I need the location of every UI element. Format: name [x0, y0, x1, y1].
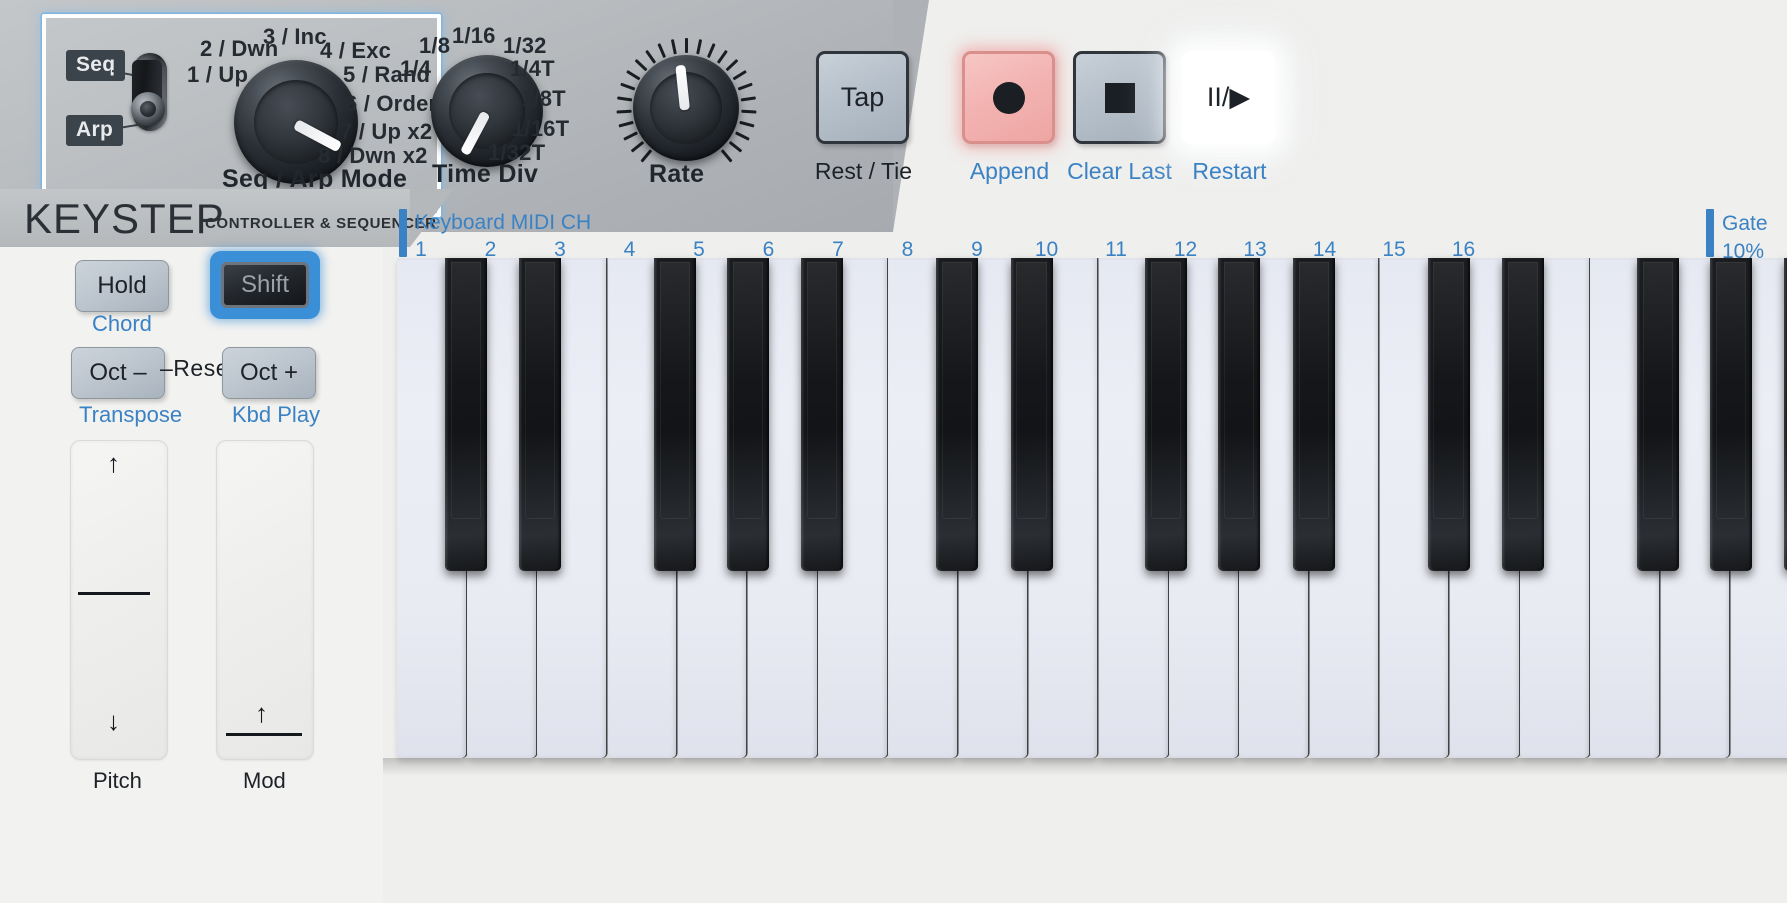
black-key[interactable] — [653, 258, 696, 571]
keystep-device-panel: Seq Arp 1 / Up 2 / Dwn 3 / Inc 4 / Exc 5… — [0, 0, 1787, 903]
oct-plus-label: Oct + — [239, 359, 299, 386]
left-control-panel — [0, 247, 383, 903]
seq-arp-option-6: 6 / Order — [345, 91, 438, 116]
oct-plus-button[interactable]: Oct + — [222, 347, 316, 399]
append-record-button[interactable] — [962, 51, 1055, 144]
pitch-up-arrow-icon: ↑ — [107, 448, 120, 478]
pitch-down-arrow-icon: ↓ — [107, 706, 120, 736]
rest-tie-caption: Rest / Tie — [814, 158, 913, 184]
time-div-option-1-4T: 1/4T — [510, 56, 555, 81]
black-key[interactable] — [444, 258, 487, 571]
piano-keyboard[interactable] — [383, 258, 1787, 903]
rate-title: Rate — [649, 160, 705, 188]
time-div-option-1-16: 1/16 — [452, 23, 496, 48]
record-icon — [992, 81, 1025, 114]
shift-button-highlight[interactable]: Shift — [210, 251, 320, 319]
black-key[interactable] — [1010, 258, 1053, 571]
mod-strip-label: Mod — [243, 768, 286, 793]
keyboard-bottom-shadow — [383, 758, 1787, 776]
brand-name: KEYSTEP — [24, 195, 225, 242]
restart-caption: Restart — [1192, 158, 1267, 184]
mod-up-arrow-icon: ↑ — [255, 698, 268, 728]
rate-tick — [684, 38, 688, 53]
black-key[interactable] — [1292, 258, 1335, 571]
seq-arp-option-7: 7 / Up x2 — [340, 119, 433, 144]
black-key[interactable] — [519, 258, 562, 571]
seq-arp-option-4: 4 / Exc — [320, 38, 392, 63]
shift-button-label: Shift — [240, 271, 290, 298]
time-div-option-1-8: 1/8 — [419, 33, 451, 58]
mod-base-line — [226, 733, 302, 736]
time-div-option-1-8T: 1/8T — [521, 86, 566, 111]
black-key[interactable] — [801, 258, 844, 571]
time-div-option-1-4: 1/4 — [400, 56, 432, 81]
pitch-center-line — [78, 592, 150, 595]
time-div-title: Time Div — [432, 160, 539, 188]
black-key[interactable] — [726, 258, 769, 571]
kbd-play-sub-label: Kbd Play — [232, 402, 321, 427]
shift-button[interactable]: Shift — [221, 262, 309, 308]
restart-playpause-button[interactable]: II/▶ — [1182, 51, 1275, 144]
black-key[interactable] — [1145, 258, 1188, 571]
tap-button-label: Tap — [840, 82, 885, 112]
transpose-sub-label: Transpose — [79, 402, 183, 427]
oct-minus-button[interactable]: Oct – — [71, 347, 165, 399]
gate-marker-bar — [1706, 209, 1714, 257]
black-key[interactable] — [1636, 258, 1679, 571]
hold-button-label: Hold — [97, 272, 147, 299]
rest-tie-button[interactable]: Tap — [816, 51, 909, 144]
stop-icon — [1104, 82, 1135, 113]
gate-label: Gate — [1722, 212, 1768, 235]
chord-sub-label: Chord — [92, 311, 152, 336]
pause-play-icon: II/▶ — [1206, 82, 1251, 112]
seq-arp-toggle-knob[interactable] — [131, 92, 165, 126]
arp-label: Arp — [66, 115, 124, 147]
hold-button[interactable]: Hold — [75, 260, 169, 312]
black-key[interactable] — [1501, 258, 1544, 571]
black-key[interactable] — [1427, 258, 1470, 571]
seq-arp-option-1: 1 / Up — [187, 62, 249, 87]
black-key[interactable] — [1218, 258, 1261, 571]
black-key[interactable] — [936, 258, 979, 571]
oct-minus-label: Oct – — [89, 359, 147, 386]
pitch-strip-label: Pitch — [93, 768, 142, 793]
rate-knob[interactable] — [633, 55, 739, 161]
clear-last-stop-button[interactable] — [1073, 51, 1166, 144]
black-key[interactable] — [1709, 258, 1752, 571]
keyboard-midi-ch-header: Keyboard MIDI CH — [415, 211, 592, 234]
seq-label: Seq — [66, 50, 126, 82]
time-div-option-1-16T: 1/16T — [512, 116, 570, 141]
seq-arp-option-3: 3 / Inc — [263, 24, 327, 49]
